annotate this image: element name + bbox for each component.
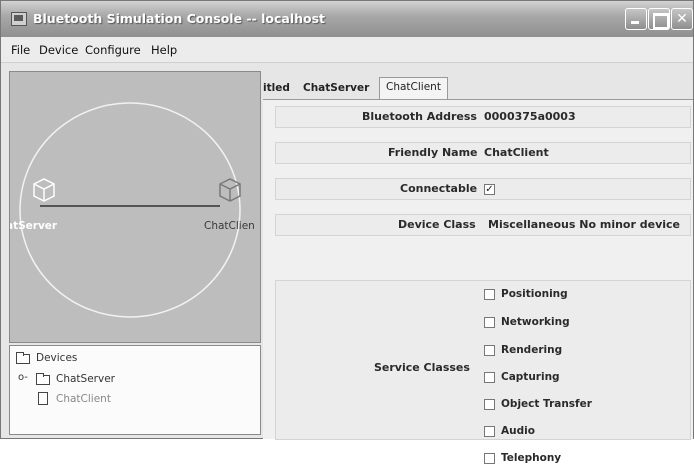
device-class-label: Device Class (398, 218, 476, 231)
menu-bar: File Device Configure Help (1, 37, 693, 63)
networking-checkbox[interactable] (484, 317, 495, 328)
capturing-label: Capturing (501, 371, 560, 383)
rendering-label: Rendering (501, 344, 563, 356)
device-tree: Devices o- ChatServer ChatClient (9, 345, 261, 435)
device-class-value[interactable]: Miscellaneous No minor device (488, 218, 680, 231)
client-node-icon (219, 178, 241, 202)
connectable-row: Connectable ✓ (275, 178, 691, 200)
tab-chatserver[interactable]: ChatServer (297, 79, 375, 99)
topology-graph (19, 102, 241, 318)
friendly-name-value[interactable]: ChatClient (484, 146, 549, 159)
devices-folder-icon (16, 352, 30, 364)
capturing-checkbox[interactable] (484, 372, 495, 383)
simulation-console-window: Bluetooth Simulation Console -- localhos… (0, 0, 694, 464)
title-bar[interactable]: Bluetooth Simulation Console -- localhos… (1, 1, 693, 37)
tree-item-chatserver[interactable]: ChatServer (56, 373, 115, 385)
tree-root-devices[interactable]: Devices (36, 352, 77, 364)
menu-help[interactable]: Help (151, 43, 177, 57)
audio-label: Audio (501, 425, 535, 437)
connectable-label: Connectable (400, 182, 478, 195)
friendly-name-label: Friendly Name (388, 146, 478, 159)
bluetooth-address-value: 0000375a0003 (484, 110, 576, 123)
close-button[interactable]: ✕ (671, 8, 693, 30)
client-node-label[interactable]: ChatClien (204, 220, 255, 232)
bluetooth-address-row: Bluetooth Address 0000375a0003 (275, 106, 691, 128)
device-class-row: Device Class Miscellaneous No minor devi… (275, 214, 691, 236)
range-circle (19, 102, 241, 318)
telephony-checkbox[interactable] (484, 453, 495, 464)
bluetooth-address-label: Bluetooth Address (362, 110, 477, 123)
object-transfer-label: Object Transfer (501, 398, 592, 410)
tab-chatclient[interactable]: ChatClient (379, 77, 448, 99)
expand-toggle-icon[interactable]: o- (18, 372, 28, 383)
device-tabs: itled ChatServer ChatClient (263, 77, 693, 99)
server-node-icon (33, 178, 55, 202)
device-properties-panel: itled ChatServer ChatClient Bluetooth Ad… (263, 71, 693, 464)
chatclient-properties: Bluetooth Address 0000375a0003 Friendly … (263, 99, 693, 464)
app-icon (11, 12, 27, 26)
tree-item-chatclient[interactable]: ChatClient (56, 393, 111, 405)
positioning-checkbox[interactable] (484, 289, 495, 300)
friendly-name-row: Friendly Name ChatClient (275, 142, 691, 164)
minimize-button[interactable] (625, 8, 647, 30)
tab-untitled[interactable]: itled (257, 79, 296, 99)
rendering-checkbox[interactable] (484, 345, 495, 356)
menu-configure[interactable]: Configure (85, 43, 141, 57)
positioning-label: Positioning (501, 288, 568, 300)
menu-file[interactable]: File (11, 43, 30, 57)
menu-device[interactable]: Device (39, 43, 78, 57)
server-node-label[interactable]: atServer (10, 220, 57, 232)
topology-view[interactable]: atServer ChatClien (9, 71, 261, 343)
telephony-label: Telephony (501, 452, 562, 464)
chatserver-folder-icon (36, 373, 50, 385)
service-classes-label: Service Classes (374, 361, 470, 374)
object-transfer-checkbox[interactable] (484, 399, 495, 410)
connectable-checkbox[interactable]: ✓ (484, 184, 495, 195)
networking-label: Networking (501, 316, 570, 328)
chatclient-document-icon (38, 392, 48, 405)
window-title: Bluetooth Simulation Console -- localhos… (33, 11, 326, 26)
service-classes-group: Service Classes Positioning Networking R… (275, 280, 691, 464)
audio-checkbox[interactable] (484, 426, 495, 437)
maximize-button[interactable] (648, 8, 670, 30)
